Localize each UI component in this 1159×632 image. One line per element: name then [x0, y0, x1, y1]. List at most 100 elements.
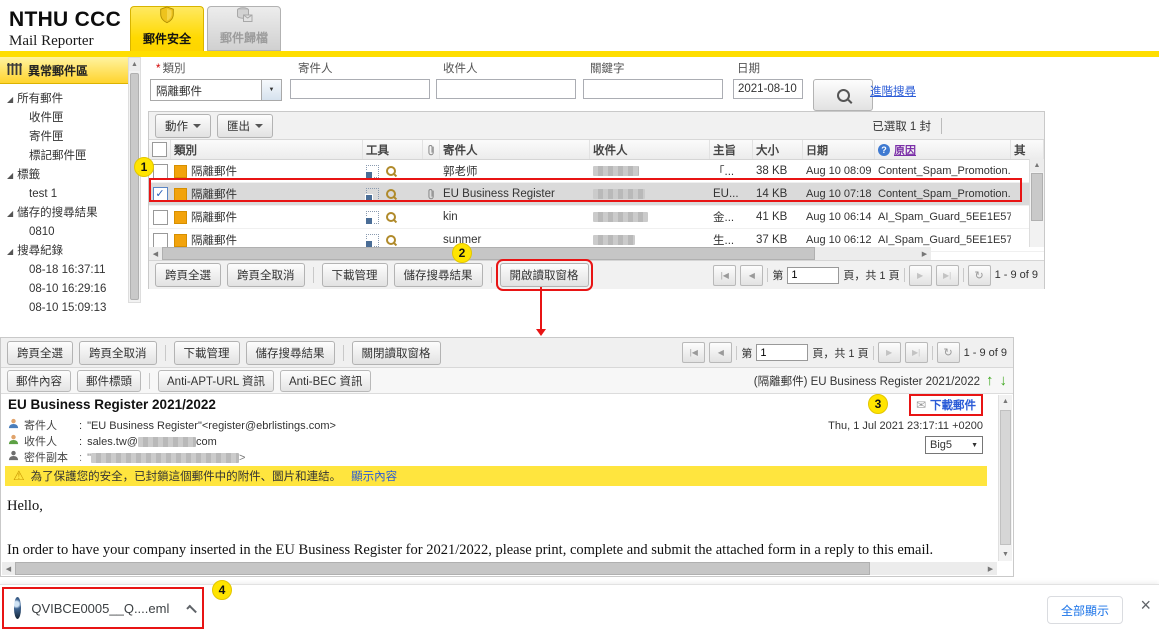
first-page-icon[interactable]: |◀: [713, 265, 736, 286]
scroll-up-icon[interactable]: ▲: [1030, 159, 1044, 172]
col-sender[interactable]: 寄件人: [440, 140, 590, 159]
row-checkbox[interactable]: [153, 210, 168, 225]
scrollbar-thumb[interactable]: [1031, 173, 1043, 221]
scrollbar-thumb[interactable]: [15, 562, 870, 575]
sidebar-item-history-1[interactable]: 08-18 16:37:11: [7, 261, 128, 280]
category-select[interactable]: 隔離郵件 ▼: [150, 79, 282, 101]
scrollbar-thumb[interactable]: [130, 73, 139, 300]
help-icon[interactable]: ?: [878, 144, 890, 156]
tree-expanded-icon[interactable]: ◢: [7, 204, 13, 223]
sidebar-item-search-history[interactable]: ◢搜尋紀錄: [7, 242, 128, 261]
close-download-bar-icon[interactable]: ×: [1140, 595, 1151, 616]
col-tools[interactable]: 工具: [363, 140, 423, 159]
scrollbar-thumb[interactable]: [162, 247, 815, 260]
show-all-downloads-button[interactable]: 全部顯示: [1047, 596, 1123, 624]
sidebar-item-labels[interactable]: ◢標籤: [7, 166, 128, 185]
tree-expanded-icon[interactable]: ◢: [7, 90, 13, 109]
select-all-pages-button[interactable]: 跨頁全選: [7, 341, 73, 365]
deselect-all-pages-button[interactable]: 跨頁全取消: [227, 263, 305, 287]
tree-expanded-icon[interactable]: ◢: [7, 242, 13, 261]
recipient-input[interactable]: [436, 79, 576, 99]
select-all-pages-button[interactable]: 跨頁全選: [155, 263, 221, 287]
action-menu-button[interactable]: 動作: [155, 114, 211, 138]
chevron-up-icon[interactable]: [187, 605, 197, 615]
deselect-all-pages-button[interactable]: 跨頁全取消: [79, 341, 157, 365]
col-category[interactable]: 類別: [171, 140, 363, 159]
sidebar-item-history-2[interactable]: 08-10 16:29:16: [7, 280, 128, 299]
tab-mail-header[interactable]: 郵件標頭: [77, 370, 141, 392]
sidebar-item-all-mail[interactable]: ◢所有郵件: [7, 90, 128, 109]
tab-mail-archive[interactable]: 郵件歸檔: [207, 6, 281, 51]
next-page-icon[interactable]: ▶: [878, 342, 901, 363]
download-manager-button[interactable]: 下載管理: [174, 341, 240, 365]
show-content-link[interactable]: 顯示內容: [351, 468, 397, 484]
save-search-button[interactable]: 儲存搜尋結果: [246, 341, 335, 365]
download-manager-button[interactable]: 下載管理: [322, 263, 388, 287]
col-date[interactable]: 日期: [803, 140, 875, 159]
scroll-down-icon[interactable]: ▼: [999, 548, 1012, 561]
col-recipient[interactable]: 收件人: [590, 140, 710, 159]
first-page-icon[interactable]: |◀: [682, 342, 705, 363]
row-checkbox[interactable]: [153, 164, 168, 179]
grid-vertical-scrollbar[interactable]: ▲: [1029, 159, 1044, 247]
col-subject[interactable]: 主旨: [710, 140, 753, 159]
combo-arrow-icon[interactable]: ▼: [262, 79, 282, 101]
page-number-input[interactable]: [787, 267, 839, 284]
scroll-right-icon[interactable]: ▶: [918, 247, 931, 260]
sidebar-item-test1[interactable]: test 1: [7, 185, 128, 204]
scroll-up-icon[interactable]: ▲: [129, 58, 140, 71]
open-window-icon[interactable]: [366, 165, 379, 178]
save-search-button[interactable]: 儲存搜尋結果: [394, 263, 483, 287]
prev-mail-icon[interactable]: ↑: [986, 374, 994, 388]
sidebar-item-saved-searches[interactable]: ◢儲存的搜尋結果: [7, 204, 128, 223]
col-size[interactable]: 大小: [753, 140, 803, 159]
page-number-input[interactable]: [756, 344, 808, 361]
date-input[interactable]: [733, 79, 803, 99]
table-row[interactable]: 隔離郵件 郭老师 「... 38 KB Aug 10 08:09 Content…: [149, 160, 1044, 183]
grid-horizontal-scrollbar[interactable]: ◀ ▶: [149, 247, 931, 260]
scroll-up-icon[interactable]: ▲: [999, 395, 1012, 408]
sidebar-scrollbar[interactable]: ▲: [128, 57, 141, 303]
row-checkbox[interactable]: [153, 233, 168, 248]
sidebar-item-flagged[interactable]: 標記郵件匣: [7, 147, 128, 166]
sidebar-item-inbox[interactable]: 收件匣: [7, 109, 128, 128]
row-checkbox[interactable]: ✓: [153, 187, 168, 202]
search-button[interactable]: [813, 79, 873, 111]
keyword-input[interactable]: [583, 79, 723, 99]
scrollbar-track[interactable]: [815, 247, 918, 260]
reading-horizontal-scrollbar[interactable]: ◀ ▶: [2, 562, 997, 575]
tab-anti-apt-url[interactable]: Anti-APT-URL 資訊: [158, 370, 274, 392]
select-all-checkbox[interactable]: [152, 142, 167, 157]
scrollbar-track[interactable]: [870, 562, 984, 575]
preview-magnifier-icon[interactable]: [386, 189, 396, 199]
sender-input[interactable]: [290, 79, 430, 99]
refresh-icon[interactable]: ↻: [937, 342, 960, 363]
tab-anti-bec[interactable]: Anti-BEC 資訊: [280, 370, 372, 392]
next-page-icon[interactable]: ▶: [909, 265, 932, 286]
next-mail-icon[interactable]: ↓: [1000, 374, 1008, 388]
paperclip-icon[interactable]: [423, 140, 440, 159]
scroll-right-icon[interactable]: ▶: [984, 562, 997, 575]
table-row-selected[interactable]: ✓ 隔離郵件 EU Business Register EU... 14 KB …: [149, 183, 1044, 206]
preview-magnifier-icon[interactable]: [386, 212, 396, 222]
open-window-icon[interactable]: [366, 188, 379, 201]
tab-mail-content[interactable]: 郵件內容: [7, 370, 71, 392]
open-window-icon[interactable]: [366, 211, 379, 224]
col-other[interactable]: 其: [1011, 140, 1044, 159]
prev-page-icon[interactable]: ◀: [740, 265, 763, 286]
tree-expanded-icon[interactable]: ◢: [7, 166, 13, 185]
col-reason[interactable]: ?原因: [875, 140, 1011, 159]
prev-page-icon[interactable]: ◀: [709, 342, 732, 363]
table-row[interactable]: 隔離郵件 kin 金... 41 KB Aug 10 06:14 AI_Spam…: [149, 206, 1044, 229]
close-reading-pane-button[interactable]: 關閉讀取窗格: [352, 341, 441, 365]
reading-vertical-scrollbar[interactable]: ▲ ▼: [998, 395, 1012, 561]
scroll-left-icon[interactable]: ◀: [2, 562, 15, 575]
download-chip[interactable]: QVIBCE0005__Q....eml: [2, 587, 204, 629]
sidebar-header-abnormal-mail[interactable]: 異常郵件區: [0, 57, 128, 84]
scrollbar-thumb[interactable]: [1000, 410, 1011, 545]
scroll-left-icon[interactable]: ◀: [149, 247, 162, 260]
sidebar-item-0810[interactable]: 0810: [7, 223, 128, 242]
last-page-icon[interactable]: ▶|: [936, 265, 959, 286]
open-reading-pane-button[interactable]: 開啟讀取窗格: [500, 263, 589, 287]
download-mail-link[interactable]: 下載郵件: [930, 397, 976, 413]
